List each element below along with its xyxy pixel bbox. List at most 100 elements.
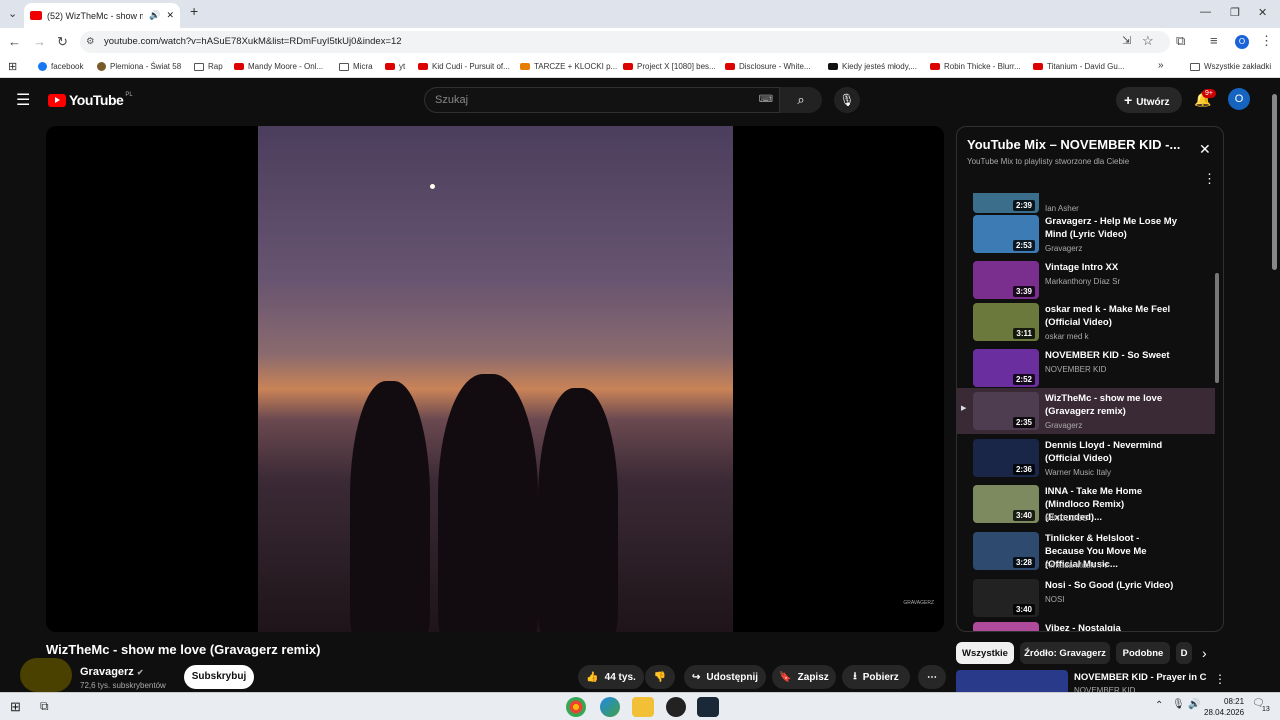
bookmark-item[interactable]: Mandy Moore - Onl... (234, 62, 323, 71)
user-avatar[interactable]: O (1228, 88, 1250, 110)
next-video-title[interactable]: NOVEMBER KID - Prayer in C (1074, 672, 1207, 683)
bookmark-item[interactable]: yt (385, 62, 405, 71)
new-tab-icon[interactable]: + (190, 3, 198, 19)
moon-dot (430, 184, 435, 189)
channel-avatar[interactable] (20, 658, 72, 692)
tray-chevron-icon[interactable]: ⌃ (1155, 700, 1163, 711)
save-button[interactable]: 🔖 Zapisz (772, 665, 836, 689)
media-icon[interactable]: ≡ (1210, 33, 1218, 48)
bookmark-item[interactable]: Disclosure - White... (725, 62, 811, 71)
youtube-favicon-icon (30, 11, 42, 20)
chip-all[interactable]: Wszystkie (956, 642, 1014, 664)
chrome-icon[interactable] (566, 697, 586, 717)
bookmark-item[interactable]: Kid Cudi - Pursuit of... (418, 62, 510, 71)
forward-icon[interactable]: → (33, 34, 46, 49)
subscribe-button[interactable]: Subskrybuj (184, 665, 254, 689)
install-icon[interactable]: ⇲ (1122, 34, 1131, 47)
playlist-item[interactable]: 3:39 Vintage Intro XX Markanthony Díaz Sr (957, 259, 1215, 305)
speaker-icon[interactable]: 🔊 (149, 10, 160, 21)
playlist-item[interactable]: 2:53 Gravagerz - Help Me Lose My Mind (Ly… (957, 213, 1215, 259)
download-button[interactable]: ⭳ Pobierz (842, 665, 910, 689)
more-bookmarks-icon[interactable]: » (1158, 60, 1164, 71)
hamburger-menu-icon[interactable]: ☰ (16, 90, 30, 110)
bookmark-item[interactable]: Titanium - David Gu... (1033, 62, 1125, 71)
video-player[interactable]: GRAVAGERZ (46, 126, 944, 632)
like-button[interactable]: 👍 44 tys. (578, 665, 644, 689)
channel-name[interactable]: Gravagerz ✔ (80, 666, 144, 678)
download-icon: ⭳ (853, 670, 857, 682)
playlist-list: 2:39 Ian Asher 2:53 Gravagerz - Help Me Lo… (957, 193, 1223, 631)
chip-source[interactable]: Źródło: Gravagerz (1020, 642, 1110, 664)
playlist-item-current[interactable]: ▶ 2:35 WizTheMc - show me love (Gravagerz … (957, 388, 1215, 434)
next-video-thumbnail[interactable] (956, 670, 1068, 692)
tab-search-icon[interactable]: ⌄ (8, 7, 17, 20)
restore-icon[interactable]: ❐ (1230, 6, 1240, 19)
bookmark-item[interactable]: Kiedy jesteś młody,... (828, 62, 917, 71)
video-frame (258, 126, 733, 632)
profile-avatar[interactable]: O (1235, 35, 1249, 49)
extensions-icon[interactable]: ⧉ (1176, 33, 1185, 49)
create-button[interactable]: + Utwórz (1116, 87, 1182, 113)
bookmark-folder[interactable]: Micra (339, 62, 373, 71)
menu-icon[interactable]: ⋮ (1260, 33, 1273, 49)
close-playlist-icon[interactable]: ✕ (1199, 141, 1211, 158)
keyboard-icon[interactable]: ⌨ (759, 88, 773, 112)
close-window-icon[interactable]: ✕ (1258, 6, 1267, 19)
playlist-panel: YouTube Mix – NOVEMBER KID -... YouTube … (956, 126, 1224, 632)
voice-search-button[interactable]: 🎙 (834, 87, 860, 113)
back-icon[interactable]: ← (8, 34, 21, 49)
minimize-icon[interactable]: — (1200, 6, 1211, 18)
next-video-menu-icon[interactable]: ⋮ (1214, 672, 1226, 686)
address-bar[interactable]: ⚙ youtube.com/watch?v=hASuE78XukM&list=R… (80, 31, 1170, 53)
all-bookmarks-folder[interactable]: Wszystkie zakładki (1190, 62, 1271, 71)
clock[interactable]: 08:21 28.04.2026 (1204, 696, 1244, 718)
browser-tab-strip: ⌄ (52) WizTheMc - show me l 🔊 ✕ + — ❐ ✕ (0, 0, 1280, 28)
dislike-button[interactable]: 👎 (645, 665, 675, 689)
bookmark-star-icon[interactable]: ☆ (1142, 33, 1154, 49)
chevron-right-icon[interactable]: › (1202, 645, 1207, 661)
microphone-tray-icon[interactable]: 🎙 (1172, 699, 1185, 710)
bookmark-item[interactable]: Plemiona - Świat 58 (97, 62, 181, 71)
youtube-play-icon (48, 93, 66, 107)
apps-icon[interactable]: ⊞ (8, 60, 17, 73)
volume-icon[interactable]: 🔊 (1188, 699, 1200, 710)
browser-tab[interactable]: (52) WizTheMc - show me l 🔊 ✕ (24, 3, 180, 28)
playlist-item[interactable]: 3:40 INNA - Take Me Home (Mindloco Remix)… (957, 483, 1215, 529)
tab-close-icon[interactable]: ✕ (166, 10, 174, 21)
more-actions-button[interactable]: ⋯ (918, 665, 946, 689)
reload-icon[interactable]: ↻ (57, 34, 68, 50)
edge-icon[interactable] (600, 697, 620, 717)
share-button[interactable]: ↪ Udostępnij (684, 665, 766, 689)
plus-icon: + (1124, 92, 1133, 108)
playlist-menu-icon[interactable]: ⋮ (1203, 171, 1216, 187)
search-input[interactable]: Szukaj ⌨ (424, 87, 780, 113)
video-title: WizTheMc - show me love (Gravagerz remix… (46, 642, 321, 657)
youtube-page: ☰ YouTube PL Szukaj ⌨ ⌕ 🎙 + Utwórz 🔔 9+ O… (0, 78, 1280, 695)
bookmark-item[interactable]: facebook (38, 62, 83, 71)
playlist-item[interactable]: Vibez - Nostalgia (VISUALIZER) (957, 620, 1215, 631)
now-playing-icon: ▶ (961, 405, 967, 412)
subscriber-count: 72,6 tys. subskrybentów (80, 681, 166, 690)
playlist-item[interactable]: 3:28 Tinlicker & Helsloot - Because You M… (957, 530, 1215, 576)
windows-start-icon[interactable]: ⊞ (10, 699, 21, 715)
site-info-icon[interactable]: ⚙ (86, 31, 95, 53)
steam-icon[interactable] (697, 697, 719, 717)
chip-more[interactable]: D (1176, 642, 1192, 664)
search-button[interactable]: ⌕ (780, 87, 822, 113)
thumbs-down-icon: 👎 (653, 671, 667, 683)
app-icon[interactable] (666, 697, 686, 717)
file-explorer-icon[interactable] (632, 697, 654, 717)
playlist-scrollbar[interactable] (1215, 273, 1219, 383)
bookmark-item[interactable]: TARCZE + KLOCKI p... (520, 62, 617, 71)
bookmark-item[interactable]: Robin Thicke - Blurr... (930, 62, 1021, 71)
playlist-item[interactable]: 3:11 oskar med k - Make Me Feel (Official… (957, 301, 1215, 347)
page-scrollbar[interactable] (1272, 94, 1277, 270)
youtube-logo[interactable]: YouTube PL (48, 92, 133, 108)
chip-related[interactable]: Podobne (1116, 642, 1170, 664)
task-view-icon[interactable]: ⧉ (40, 699, 49, 714)
playlist-item[interactable]: 2:52 NOVEMBER KID - So Sweet NOVEMBER KID (957, 347, 1215, 393)
playlist-item[interactable]: 2:36 Dennis Lloyd - Nevermind (Official V… (957, 437, 1215, 483)
playlist-item[interactable]: 3:40 Nosi - So Good (Lyric Video) NOSI (957, 577, 1215, 623)
bookmark-folder[interactable]: Rap (194, 62, 223, 71)
bookmark-item[interactable]: Project X [1080] bes... (623, 62, 716, 71)
